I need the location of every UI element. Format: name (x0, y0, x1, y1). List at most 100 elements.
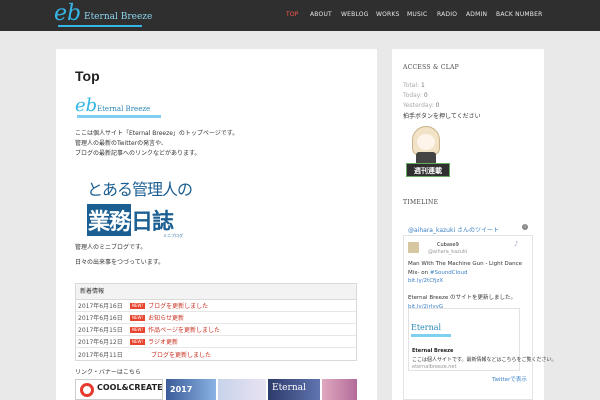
banner-text: Eternal (272, 383, 306, 393)
news-table: 新着情報 2017年6月16日 NEW! ブログを更新しました 2017年6月1… (75, 283, 357, 361)
tweet-link[interactable]: bit.ly/2tCfjzX (408, 277, 522, 286)
nav-item-weblog[interactable]: WEBLOG (341, 11, 369, 18)
timeline-heading: TIMELINE (403, 199, 439, 206)
banner-text: COOL&CREATE (97, 383, 163, 392)
news-row: 2017年6月16日 NEW! ブログを更新しました (76, 300, 356, 312)
diary-title-line2: 業務日誌 (87, 204, 174, 236)
clap-text: 拍手ボタンを押してください (403, 113, 481, 120)
tweet-line: Mix- on #SoundCloud (408, 269, 468, 276)
news-date: 2017年6月12日 (78, 339, 123, 346)
news-date: 2017年6月15日 (78, 327, 123, 334)
nav-item-about[interactable]: ABOUT (310, 11, 332, 18)
yesterday-label: Yesterday: (403, 102, 434, 109)
tweet-card: Cubase9 @aihara_kazuki ♪ Man With The Ma… (403, 235, 557, 400)
news-title-link[interactable]: 作品ページを更新しました (148, 325, 220, 334)
avatar[interactable] (408, 242, 419, 253)
tweet-link-card[interactable]: Eternal Eternal Breeze ここは個人サイトです。最新情報など… (408, 308, 557, 371)
circle-logo-icon (80, 383, 94, 397)
total-label: Total: (403, 82, 420, 89)
ranking-badge: 週刊連載 (406, 163, 450, 177)
news-row: 2017年6月15日 NEW! 作品ページを更新しました (76, 324, 356, 336)
banner-cool-create[interactable]: COOL&CREATE (75, 379, 163, 400)
banner-link-3[interactable] (218, 379, 266, 400)
logo-wordmark: Eternal Breeze (84, 12, 153, 22)
mini-logo-mark: eb (75, 95, 98, 116)
total-count: Total: 1 (403, 82, 425, 89)
new-badge: NEW! (130, 326, 146, 333)
yesterday-value: 0 (435, 102, 440, 109)
nav-item-radio[interactable]: RADIO (437, 11, 457, 18)
tweet-body: Man With The Machine Gun - Light Dance M… (408, 260, 522, 311)
card-thumb-text: Eternal (411, 323, 442, 332)
banners-label: リンク・バナーはこちら (75, 369, 141, 376)
view-on-twitter-link[interactable]: Twitterで表示 (492, 375, 527, 383)
news-header: 新着情報 (76, 284, 356, 300)
news-title-link[interactable]: ラジオ更新 (148, 337, 178, 346)
today-value: 0 (423, 92, 428, 99)
intro-line: ここは個人サイト「Eternal Breeze」のトップページです。 (75, 130, 239, 137)
top-navigation-bar: eb Eternal Breeze TOP ABOUT WEBLOG WORKS… (0, 0, 600, 31)
sidebar: ACCESS & CLAP Total: 1 Today: 0 Yesterda… (392, 49, 557, 400)
hashtag-link[interactable]: #SoundCloud (430, 270, 468, 276)
diary-caption-2: 日々の出来事をつづっています。 (75, 259, 165, 266)
logo-underline (58, 25, 142, 27)
banner-link-2[interactable]: 2017 (166, 379, 216, 400)
nav-item-admin[interactable]: ADMIN (466, 11, 487, 18)
today-count: Today: 0 (403, 92, 428, 99)
news-row: 2017年6月12日 NEW! ラジオ更新 (76, 336, 356, 348)
site-logo[interactable]: eb Eternal Breeze (54, 1, 152, 29)
diary-caption: 管理人のミニブログです。 (75, 244, 147, 251)
tweet-line: Eternal Breeze のサイトを更新しました。 (408, 295, 517, 301)
news-date: 2017年6月11日 (78, 351, 123, 359)
new-badge: NEW! (130, 314, 146, 321)
intro-line: ブログの最新記事へのリンクなどがあります。 (75, 150, 201, 157)
intro-line: 管理人の最新のTwitterの発言や、 (75, 140, 167, 147)
card-title: Eternal Breeze (412, 348, 454, 354)
total-value: 1 (420, 82, 425, 89)
news-date: 2017年6月16日 (78, 315, 123, 322)
card-description: ここは個人サイトです。最新情報などはこちらをご覧ください。 (412, 357, 557, 363)
nav-item-works[interactable]: WORKS (376, 11, 400, 18)
nav-item-top[interactable]: TOP (286, 11, 299, 18)
card-thumbnail: Eternal (409, 309, 459, 345)
yesterday-count: Yesterday: 0 (403, 102, 439, 109)
twitter-bird-icon: ♪ (514, 240, 519, 248)
nav-item-music[interactable]: MUSIC (407, 11, 427, 18)
tweet-author-handle[interactable]: @aihara_kazuki (428, 249, 467, 255)
character-face (417, 134, 435, 150)
page-title: Top (75, 68, 100, 84)
news-row: 2017年6月11日 ブログを更新しました (76, 348, 356, 360)
news-title-link[interactable]: ブログを更新しました (151, 350, 211, 359)
new-badge: NEW! (130, 338, 146, 345)
tweet-line (408, 286, 522, 295)
intro-text: ここは個人サイト「Eternal Breeze」のトップページです。 管理人の最… (75, 129, 238, 159)
tweet-line: Man With The Machine Gun - Light Dance (408, 261, 523, 267)
news-row: 2017年6月16日 NEW! お知らせ更新 (76, 312, 356, 324)
diary-title-plain: 日誌 (131, 209, 174, 235)
news-title-link[interactable]: ブログを更新しました (148, 301, 208, 310)
news-date: 2017年6月16日 (78, 303, 123, 310)
banner-link-4[interactable]: Eternal (268, 379, 320, 400)
mini-blog-banner[interactable]: とある管理人の 業務日誌 ミニブログ (87, 176, 207, 238)
mini-logo-word: Eternal Breeze (97, 105, 151, 113)
nav-item-back-number[interactable]: BACK NUMBER (496, 11, 542, 18)
eternal-breeze-logo-image: eb Eternal Breeze (75, 95, 163, 119)
clap-button-character[interactable]: 週刊連載 (406, 126, 450, 178)
card-url: eternalbreeze.net (412, 364, 457, 370)
mini-logo-bar (77, 115, 161, 118)
logo-mark: eb (54, 1, 82, 26)
tweet-author-name[interactable]: Cubase9 (437, 242, 459, 248)
diary-title-boxed: 業務 (87, 204, 131, 236)
diary-title-line1: とある管理人の (87, 180, 193, 199)
card-thumb-bar (411, 334, 451, 337)
timeline-account-link[interactable]: @aihara_kazuki さんのツイート (408, 225, 499, 234)
access-clap-heading: ACCESS & CLAP (403, 64, 460, 71)
today-label: Today: (403, 92, 422, 99)
new-badge: NEW! (130, 302, 146, 309)
info-icon[interactable]: i (522, 224, 528, 230)
main-content: Top eb Eternal Breeze ここは個人サイト「Eternal B… (56, 49, 377, 400)
diary-subtitle: ミニブログ (163, 233, 183, 238)
news-title-link[interactable]: お知らせ更新 (148, 313, 184, 322)
banner-link-5[interactable] (322, 379, 357, 400)
banner-text: 2017 (170, 385, 193, 394)
